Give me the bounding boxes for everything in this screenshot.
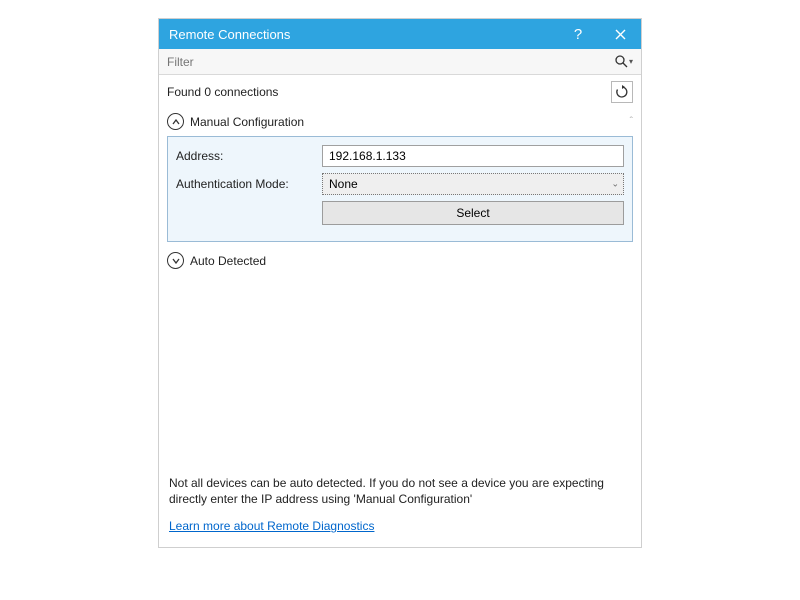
learn-more-link[interactable]: Learn more about Remote Diagnostics bbox=[159, 515, 641, 547]
address-label: Address: bbox=[176, 149, 314, 163]
manual-config-panel: Address: Authentication Mode: None ⌄ Sel… bbox=[167, 136, 633, 242]
auto-detected-title: Auto Detected bbox=[190, 254, 266, 268]
dropdown-caret-icon: ▾ bbox=[629, 57, 633, 66]
found-count-text: Found 0 connections bbox=[167, 85, 611, 99]
auto-detected-header[interactable]: Auto Detected bbox=[159, 248, 641, 273]
chevron-down-icon bbox=[167, 252, 184, 269]
refresh-button[interactable] bbox=[611, 81, 633, 103]
hint-text: Not all devices can be auto detected. If… bbox=[159, 469, 641, 515]
refresh-icon bbox=[615, 85, 629, 99]
auth-label: Authentication Mode: bbox=[176, 177, 314, 191]
search-icon bbox=[615, 55, 628, 68]
auth-row: Authentication Mode: None ⌄ bbox=[176, 173, 624, 195]
close-button[interactable] bbox=[599, 19, 641, 49]
auto-detected-panel bbox=[159, 273, 641, 469]
help-button[interactable]: ? bbox=[557, 19, 599, 49]
filter-input[interactable] bbox=[159, 49, 607, 74]
manual-config-title: Manual Configuration bbox=[190, 115, 304, 129]
select-row: Select bbox=[176, 201, 624, 225]
select-button[interactable]: Select bbox=[322, 201, 624, 225]
titlebar: Remote Connections ? bbox=[159, 19, 641, 49]
manual-config-header[interactable]: Manual Configuration ˆ bbox=[159, 109, 641, 134]
chevron-up-icon bbox=[167, 113, 184, 130]
remote-connections-window: Remote Connections ? ▾ Found 0 connectio… bbox=[158, 18, 642, 548]
chevron-collapse-icon: ˆ bbox=[630, 116, 633, 127]
search-button[interactable]: ▾ bbox=[607, 49, 641, 74]
address-row: Address: bbox=[176, 145, 624, 167]
chevron-down-icon: ⌄ bbox=[611, 179, 619, 190]
status-row: Found 0 connections bbox=[159, 75, 641, 109]
address-input[interactable] bbox=[322, 145, 624, 167]
window-title: Remote Connections bbox=[169, 27, 557, 42]
auth-mode-value: None bbox=[329, 177, 358, 191]
close-icon bbox=[615, 29, 626, 40]
auth-mode-select[interactable]: None ⌄ bbox=[322, 173, 624, 195]
filter-bar: ▾ bbox=[159, 49, 641, 75]
